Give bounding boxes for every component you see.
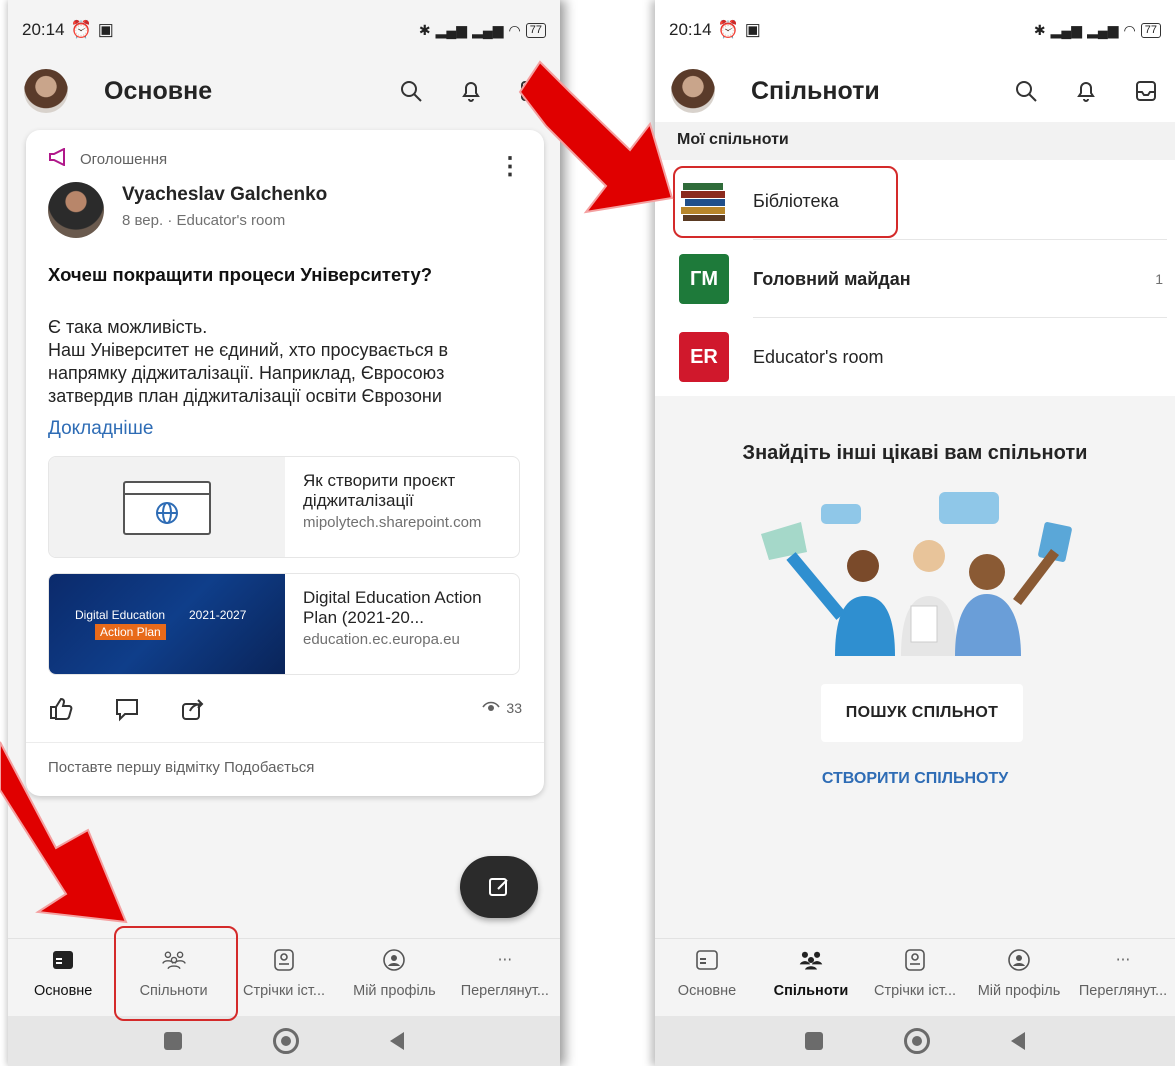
red-arrow-bottom (0, 741, 128, 924)
red-arrow-top (518, 60, 674, 214)
annotation-arrows (0, 60, 674, 924)
